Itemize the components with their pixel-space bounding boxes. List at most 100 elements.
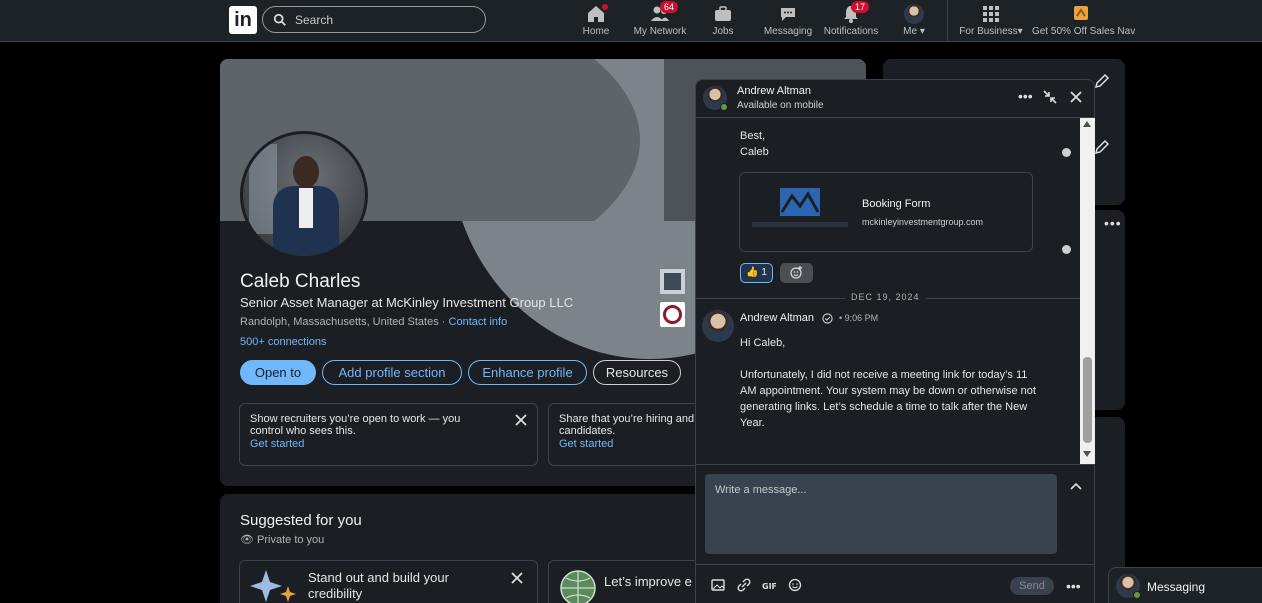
nav-divider (947, 0, 948, 42)
company-logo[interactable] (660, 269, 685, 294)
people-icon: 64 (650, 1, 679, 24)
more-icon[interactable]: ••• (1104, 215, 1122, 231)
me-avatar (904, 4, 924, 24)
link-domain: mckinleyinvestmentgroup.com (862, 217, 984, 227)
seen-receipt-icon (1062, 148, 1071, 157)
more-options-icon[interactable]: ••• (1018, 88, 1033, 104)
home-dot-badge (600, 2, 610, 12)
open-to-work-promo: Show recruiters you’re open to work — yo… (239, 403, 538, 466)
nav-me-label: Me (903, 26, 918, 37)
reaction-count[interactable]: 👍 1 (740, 263, 773, 283)
pencil-icon[interactable] (1094, 73, 1110, 89)
seen-receipt-icon (1062, 245, 1071, 254)
smiley-plus-icon (790, 266, 802, 279)
nav-for-business-label-row: For Business▾ (954, 26, 1028, 37)
message-line: Best, (740, 130, 766, 142)
nav-home-label: Home (582, 26, 610, 37)
grid-icon (981, 4, 1001, 24)
suggested-title: Suggested for you (240, 512, 362, 529)
contact-info-link[interactable]: Contact info (449, 316, 508, 328)
mckinley-logo (752, 188, 848, 227)
caret-down-icon: ▾ (1017, 26, 1023, 37)
promo-text: Show recruiters you’re open to work — yo… (250, 413, 461, 437)
promo-text: Share that you’re hiring and attract qua… (559, 413, 707, 437)
search-icon (273, 13, 286, 26)
dock-label[interactable]: Messaging (1147, 580, 1205, 594)
presence-indicator (720, 103, 728, 111)
send-button[interactable]: Send (1010, 577, 1054, 595)
eye-icon: 👁 (240, 534, 254, 546)
nav-sales-nav-label: Get 50% Off Sales Nav (1032, 26, 1136, 37)
emoji-icon[interactable] (788, 578, 802, 592)
close-icon[interactable] (515, 414, 527, 426)
enhance-profile-button[interactable]: Enhance profile (468, 360, 587, 385)
nav-home[interactable]: Home (578, 2, 614, 39)
privacy-label: Private to you (257, 534, 325, 546)
message-time: • 9:06 PM (839, 313, 879, 323)
home-icon (586, 2, 610, 24)
link-title[interactable]: Booking Form (862, 198, 930, 210)
scroll-down-arrow[interactable] (1083, 451, 1091, 457)
message-input[interactable] (705, 474, 1057, 554)
network-badge: 64 (660, 1, 679, 13)
nav-jobs[interactable]: Jobs (708, 3, 738, 39)
nav-my-network[interactable]: 64 My Network (630, 1, 690, 39)
more-options-icon[interactable]: ••• (1066, 578, 1081, 594)
pencil-icon[interactable] (1094, 139, 1110, 155)
presence-indicator (1133, 591, 1141, 599)
nav-for-business-label: For Business (959, 26, 1018, 37)
get-started-link[interactable]: Get started (559, 438, 697, 450)
nav-me[interactable]: Me ▾ (898, 3, 930, 39)
nav-me-label-row: Me ▾ (898, 26, 930, 37)
hiring-promo: Share that you’re hiring and attract qua… (548, 403, 708, 466)
contact-status: Available on mobile (737, 100, 824, 111)
sender-avatar[interactable] (702, 310, 734, 342)
sender-name[interactable]: Andrew Altman (740, 312, 814, 324)
location-separator: · (438, 316, 449, 328)
gif-icon[interactable]: GIF (762, 578, 776, 592)
message-body: Hi Caleb, Unfortunately, I did not recei… (740, 337, 1036, 429)
get-started-link[interactable]: Get started (250, 438, 527, 450)
sparkle-icon (250, 570, 296, 602)
nav-messaging-label: Messaging (763, 26, 813, 37)
linkedin-logo[interactable]: in (229, 6, 257, 34)
open-to-button[interactable]: Open to (240, 360, 316, 385)
nav-messaging[interactable]: Messaging (762, 3, 814, 39)
date-divider: DEC 19, 2024 (845, 292, 926, 302)
add-profile-section-button[interactable]: Add profile section (322, 360, 462, 385)
nav-for-business[interactable]: For Business▾ (954, 3, 1028, 39)
nav-notifications-label: Notifications (823, 26, 879, 37)
attachment-icon[interactable] (737, 578, 751, 592)
private-row: 👁 Private to you (240, 533, 324, 546)
svg-text:GIF: GIF (762, 582, 776, 591)
bell-icon: 17 (841, 1, 870, 24)
add-reaction-button[interactable] (780, 263, 813, 283)
suggestion-text: Let’s improve e opportunity (604, 574, 704, 589)
verified-icon (822, 313, 833, 324)
profile-location-row: Randolph, Massachusetts, United States ·… (240, 316, 507, 328)
close-icon[interactable] (511, 572, 523, 584)
connections-link[interactable]: 500+ connections (240, 336, 327, 348)
notifications-badge: 17 (851, 1, 870, 13)
nav-sales-nav-offer[interactable]: Get 50% Off Sales Nav (1032, 3, 1136, 39)
school-logo[interactable] (660, 302, 685, 327)
search-input[interactable] (295, 11, 475, 29)
nav-notifications[interactable]: 17 Notifications (822, 1, 880, 39)
suggestion-text: Stand out and build your credibility (308, 570, 449, 601)
close-icon[interactable] (1070, 91, 1082, 103)
resources-button[interactable]: Resources (593, 360, 681, 385)
message-line: Caleb (740, 146, 769, 158)
expand-up-icon[interactable] (1070, 482, 1082, 490)
globe-icon (560, 570, 596, 603)
scrollbar-thumb[interactable] (1083, 357, 1092, 443)
search-box[interactable] (262, 6, 486, 33)
minimize-icon[interactable] (1043, 90, 1057, 104)
profile-photo[interactable] (240, 131, 368, 259)
caret-down-icon: ▾ (919, 26, 925, 37)
scroll-up-arrow[interactable] (1083, 121, 1091, 127)
profile-headline: Senior Asset Manager at McKinley Investm… (240, 295, 574, 310)
contact-name[interactable]: Andrew Altman (737, 85, 811, 97)
sales-nav-icon (1071, 4, 1091, 24)
profile-name: Caleb Charles (240, 271, 361, 292)
image-icon[interactable] (711, 578, 725, 592)
